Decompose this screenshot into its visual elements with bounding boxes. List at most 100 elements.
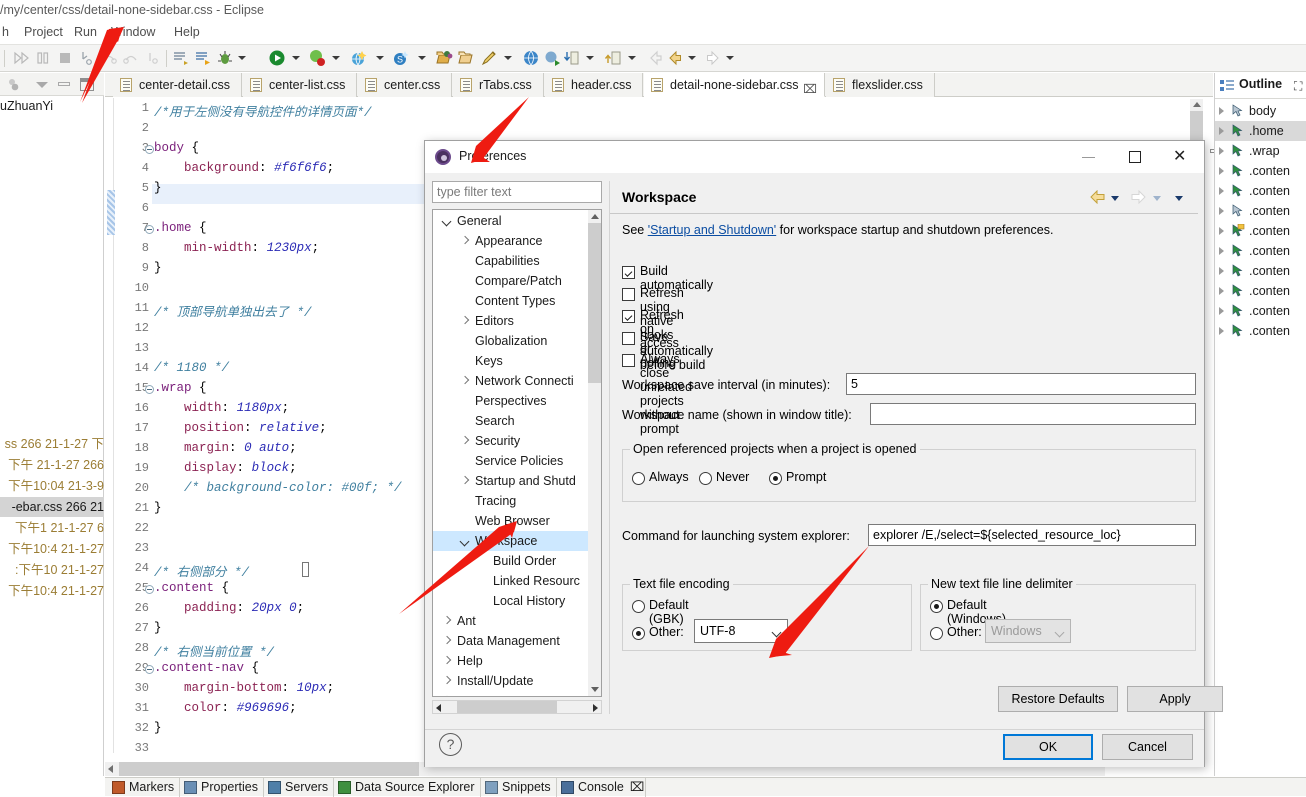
annotation-pen-icon[interactable] [480, 49, 498, 67]
preferences-tree-node[interactable]: Web Browser [433, 511, 588, 531]
preferences-tree-node[interactable]: Appearance [433, 231, 588, 251]
preferences-tree-node[interactable]: Editors [433, 311, 588, 331]
open-web-browser-icon[interactable] [350, 49, 368, 67]
chevron-right-icon[interactable] [1219, 107, 1224, 115]
chevron-right-icon[interactable] [461, 317, 470, 326]
encoding-default-radio[interactable] [632, 600, 645, 613]
fold-toggle-icon[interactable] [145, 145, 154, 154]
outline-item[interactable]: body [1215, 101, 1306, 121]
delimiter-other-radio[interactable] [930, 627, 943, 640]
open-resource-icon[interactable] [458, 49, 476, 67]
preferences-tree-node[interactable]: Perspectives [433, 391, 588, 411]
preferences-tree-node[interactable]: Build Order [433, 551, 588, 571]
preferences-tree-node[interactable]: Ant [433, 611, 588, 631]
left-view-row[interactable]: 21-1-27 下午10:4 [0, 581, 104, 601]
outline-item[interactable]: .conten [1215, 221, 1306, 241]
chevron-right-icon[interactable] [1219, 327, 1224, 335]
left-view-row[interactable]: 266 21-1-27 下午 [0, 455, 104, 475]
left-view-row[interactable]: 6 21-1-27 下午1 [0, 518, 104, 538]
open-type-icon[interactable] [436, 49, 454, 67]
left-view-row[interactable]: ebar.css 266 21- [0, 497, 104, 517]
encoding-combo[interactable]: UTF-8 [694, 619, 788, 643]
terminate-icon[interactable] [56, 49, 74, 67]
ok-button[interactable]: OK [1003, 734, 1093, 760]
svn-commit-icon[interactable]: S [392, 49, 410, 67]
chevron-right-icon[interactable] [1219, 127, 1224, 135]
delimiter-default-radio[interactable] [930, 600, 943, 613]
apply-button[interactable]: Apply [1127, 686, 1223, 712]
preferences-tree-node[interactable]: General [433, 211, 588, 231]
chevron-down-icon[interactable] [443, 217, 452, 226]
bottom-view-tab[interactable]: Snippets [482, 778, 557, 797]
chevron-right-icon[interactable] [1219, 167, 1224, 175]
preferences-tree-node[interactable]: Linked Resourc [433, 571, 588, 591]
back-nav-dropdown-icon[interactable] [1111, 196, 1119, 201]
chevron-right-icon[interactable] [461, 477, 470, 486]
editor-tab[interactable]: center.css [358, 73, 452, 97]
outline-item[interactable]: .conten [1215, 281, 1306, 301]
dialog-close-button[interactable]: ✕ [1158, 141, 1204, 172]
editor-tab[interactable]: flexslider.css [826, 73, 935, 97]
checkbox[interactable] [622, 332, 635, 345]
left-view-row[interactable]: 21-3-9 下午10:04 [0, 476, 104, 496]
fold-toggle-icon[interactable] [145, 225, 154, 234]
step-into-icon[interactable] [78, 49, 96, 67]
bottom-view-tab[interactable]: Data Source Explorer [335, 778, 481, 797]
chevron-right-icon[interactable] [1219, 247, 1224, 255]
preferences-tree-node[interactable]: Security [433, 431, 588, 451]
maximize-view-icon[interactable] [80, 78, 94, 91]
preferences-tree-node[interactable]: Install/Update [433, 671, 588, 691]
chevron-down-icon[interactable] [461, 537, 470, 546]
chevron-right-icon[interactable] [443, 657, 452, 666]
chevron-right-icon[interactable] [461, 237, 470, 246]
preferences-tree-node[interactable]: Network Connecti [433, 371, 588, 391]
chevron-right-icon[interactable] [1219, 147, 1224, 155]
preferences-tree-node[interactable]: Service Policies [433, 451, 588, 471]
radio-button[interactable] [632, 472, 645, 485]
menu-item-search[interactable]: h [0, 23, 13, 41]
outline-item[interactable]: .conten [1215, 161, 1306, 181]
preferences-tree-node[interactable]: Compare/Patch [433, 271, 588, 291]
preferences-tree-node[interactable]: Java [433, 691, 588, 696]
preferences-tree-node[interactable]: Data Management [433, 631, 588, 651]
bottom-view-tab[interactable]: Console ⌧ [558, 778, 646, 797]
startup-shutdown-link[interactable]: 'Startup and Shutdown' [648, 223, 776, 237]
left-view-row[interactable]: 21-1-27 下午10: [0, 560, 104, 580]
chevron-right-icon[interactable] [1219, 227, 1224, 235]
fold-toggle-icon[interactable] [145, 385, 154, 394]
bottom-view-tab[interactable]: Markers [109, 778, 180, 797]
step-return-icon[interactable] [122, 49, 140, 67]
outline-item[interactable]: .conten [1215, 241, 1306, 261]
chevron-right-icon[interactable] [461, 377, 470, 386]
menu-item-help[interactable]: Help [170, 23, 204, 41]
upload-icon[interactable] [604, 49, 622, 67]
back-icon[interactable] [666, 49, 684, 67]
link-with-editor-icon[interactable] [6, 77, 22, 93]
chevron-right-icon[interactable] [443, 637, 452, 646]
download-update-icon[interactable] [562, 49, 580, 67]
svn-dropdown-arrow[interactable] [418, 56, 426, 60]
resume-icon[interactable] [12, 49, 30, 67]
annotation-dropdown-arrow[interactable] [504, 56, 512, 60]
run-icon[interactable] [268, 49, 286, 67]
debug-dropdown-arrow[interactable] [238, 56, 246, 60]
preferences-tree-node[interactable]: Local History [433, 591, 588, 611]
editor-tab[interactable]: header.css [545, 73, 643, 97]
outline-close-icon[interactable]: ⛶ [1294, 79, 1302, 94]
preferences-tree-node[interactable]: Workspace [433, 531, 588, 551]
cancel-button[interactable]: Cancel [1102, 734, 1193, 760]
checkbox[interactable] [622, 354, 635, 367]
forward-dropdown-arrow[interactable] [726, 56, 734, 60]
preferences-tree-node[interactable]: Search [433, 411, 588, 431]
preferences-tree-node[interactable]: Startup and Shutd [433, 471, 588, 491]
preferences-tree-node[interactable]: Help [433, 651, 588, 671]
drop-to-frame-icon[interactable] [144, 49, 162, 67]
left-view-row[interactable]: 21-1-27 下午10:4 [0, 539, 104, 559]
chevron-right-icon[interactable] [443, 677, 452, 686]
fold-toggle-icon[interactable] [145, 665, 154, 674]
fold-toggle-icon[interactable] [145, 585, 154, 594]
run-dropdown-arrow[interactable] [292, 56, 300, 60]
preferences-tree-node[interactable]: Globalization [433, 331, 588, 351]
save-interval-input[interactable]: 5 [846, 373, 1196, 395]
preferences-tree-node[interactable]: Keys [433, 351, 588, 371]
